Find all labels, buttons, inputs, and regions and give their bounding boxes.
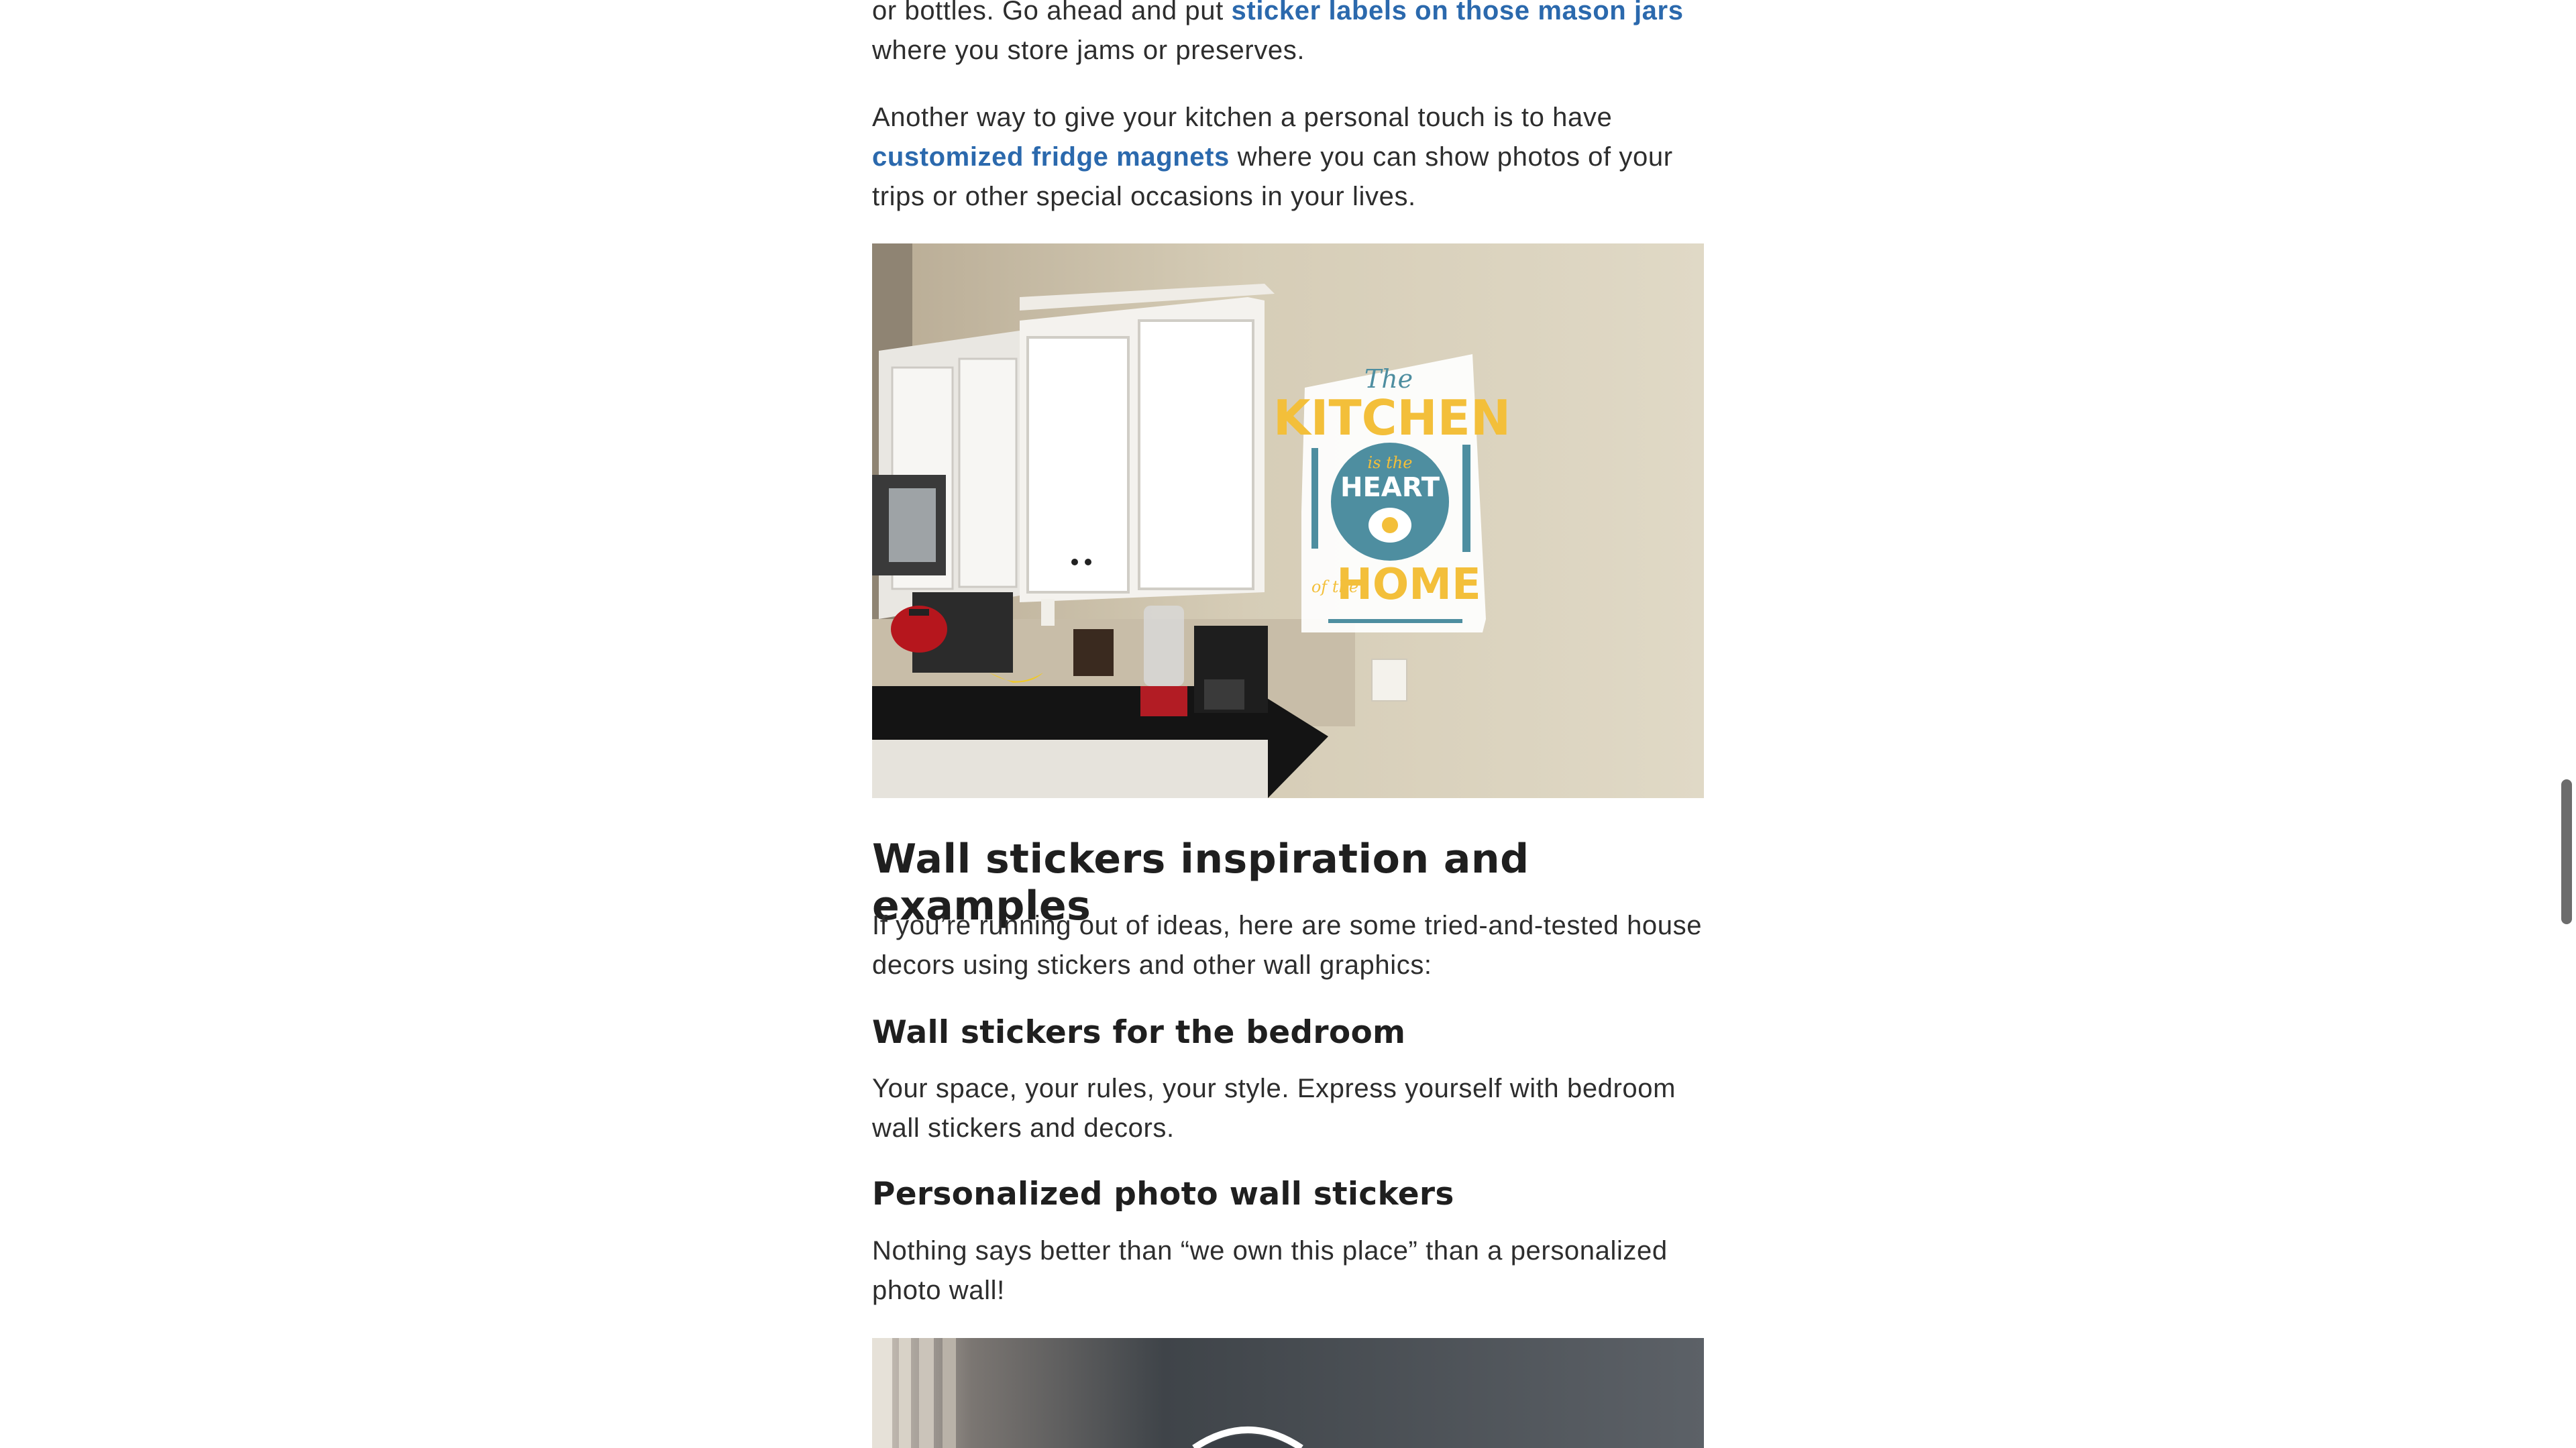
mason-jar-paragraph: or bottles. Go ahead and put sticker lab… <box>872 0 1704 70</box>
kitchen-wall-decal-photo: The KITCHEN is the HEART of the HOME <box>872 243 1704 798</box>
fridge-magnets-paragraph: Another way to give your kitchen a perso… <box>872 98 1704 217</box>
paragraph-text: where you store jams or preserves. <box>872 36 1305 65</box>
paragraph-text: Another way to give your kitchen a perso… <box>872 103 1613 132</box>
section-intro-paragraph: If you’re running out of ideas, here are… <box>872 911 1703 980</box>
decal-text: HOME <box>1336 560 1481 610</box>
bedroom-paragraph: Your space, your rules, your style. Expr… <box>872 1074 1676 1143</box>
fork-icon <box>1311 448 1318 549</box>
mason-jar-stickers-link[interactable]: sticker labels on those mason jars <box>1232 0 1684 25</box>
photo-wall-heading: Personalized photo wall stickers <box>872 1176 1454 1213</box>
bedroom-heading: Wall stickers for the bedroom <box>872 1014 1406 1051</box>
photo-wall-paragraph: Nothing says better than “we own this pl… <box>872 1236 1668 1305</box>
decal-text: HEART <box>1340 472 1440 503</box>
decal-text: KITCHEN <box>1273 390 1511 446</box>
decal-text: is the <box>1368 453 1413 472</box>
knife-icon <box>1462 445 1470 552</box>
personalized-photo-wall-image <box>872 1338 1704 1448</box>
kitchen-heart-decal: The KITCHEN is the HEART of the HOME <box>1273 354 1511 632</box>
fridge-magnets-link[interactable]: customized fridge magnets <box>872 142 1230 172</box>
page-scrollbar[interactable] <box>2561 779 2572 924</box>
paragraph-text: or bottles. Go ahead and put <box>872 0 1232 25</box>
